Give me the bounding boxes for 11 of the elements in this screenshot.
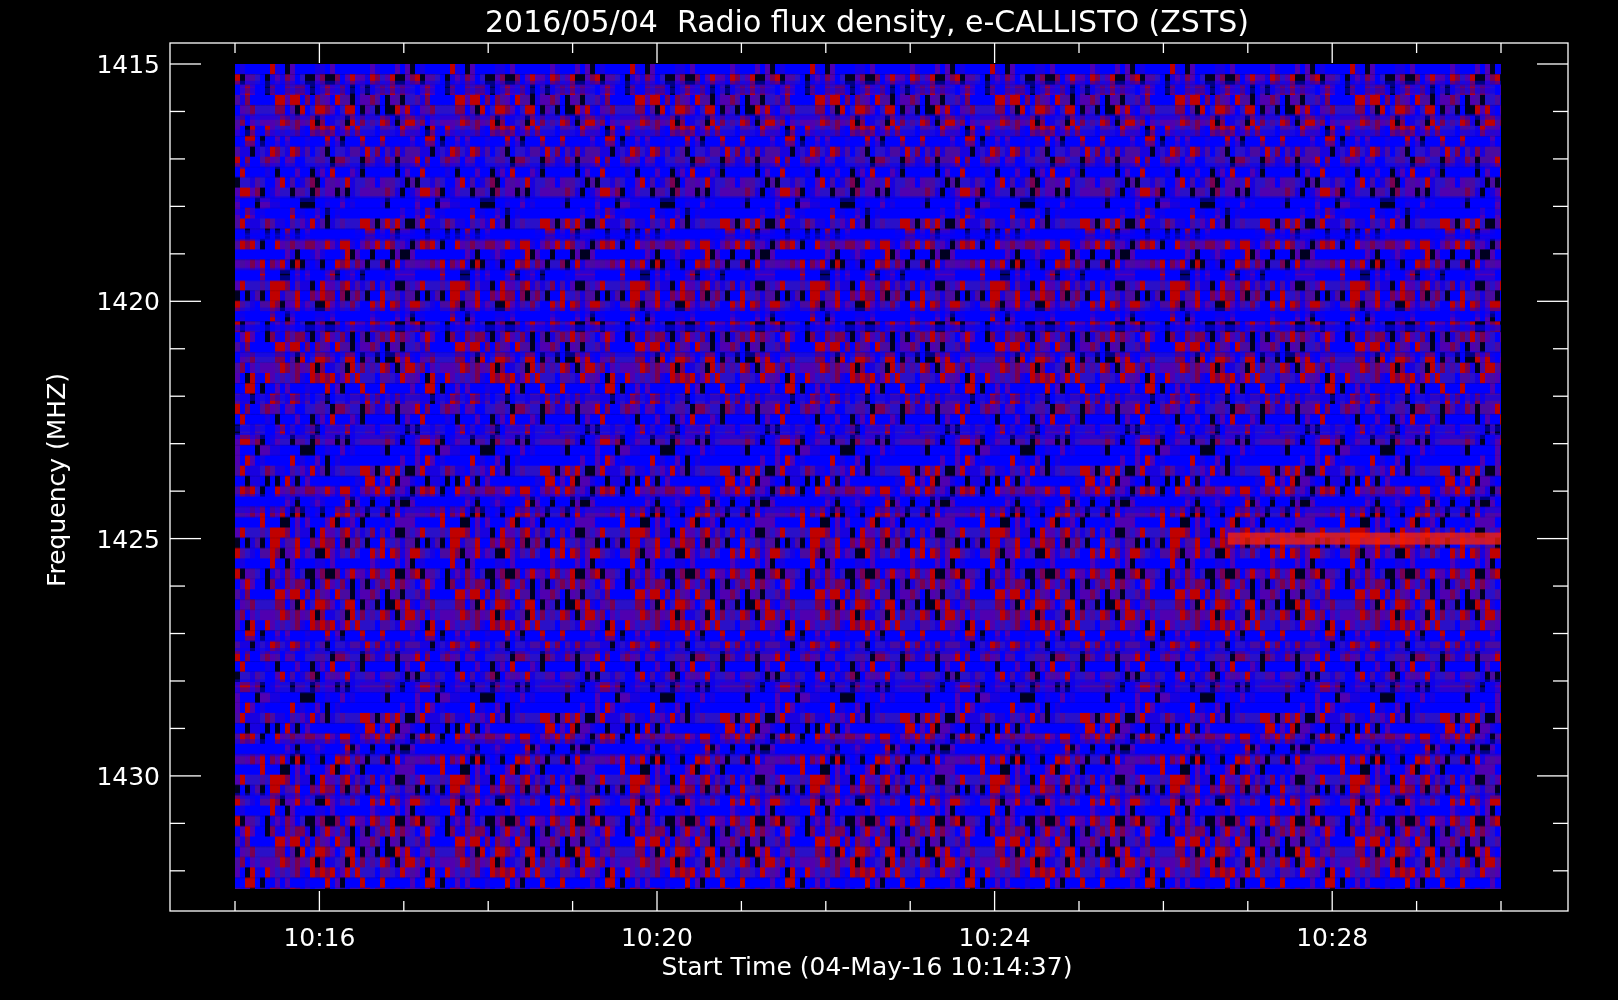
chart-title: 2016/05/04 Radio flux density, e-CALLISTO (ZSTS) [485, 4, 1249, 39]
x-tick-label: 10:16 [283, 923, 356, 952]
y-tick-label: 1415 [96, 50, 160, 79]
x-tick-label: 10:20 [621, 923, 693, 952]
y-tick-label: 1430 [96, 761, 160, 791]
x-tick-label: 10:28 [1296, 923, 1369, 952]
y-axis-label: Frequency (MHZ) [42, 372, 71, 588]
x-axis-label: Start Time (04-May-16 10:14:37) [661, 952, 1073, 981]
y-tick-label: 1420 [96, 287, 160, 317]
y-tick-label: 1425 [96, 524, 160, 554]
x-tick-label: 10:24 [958, 923, 1031, 952]
